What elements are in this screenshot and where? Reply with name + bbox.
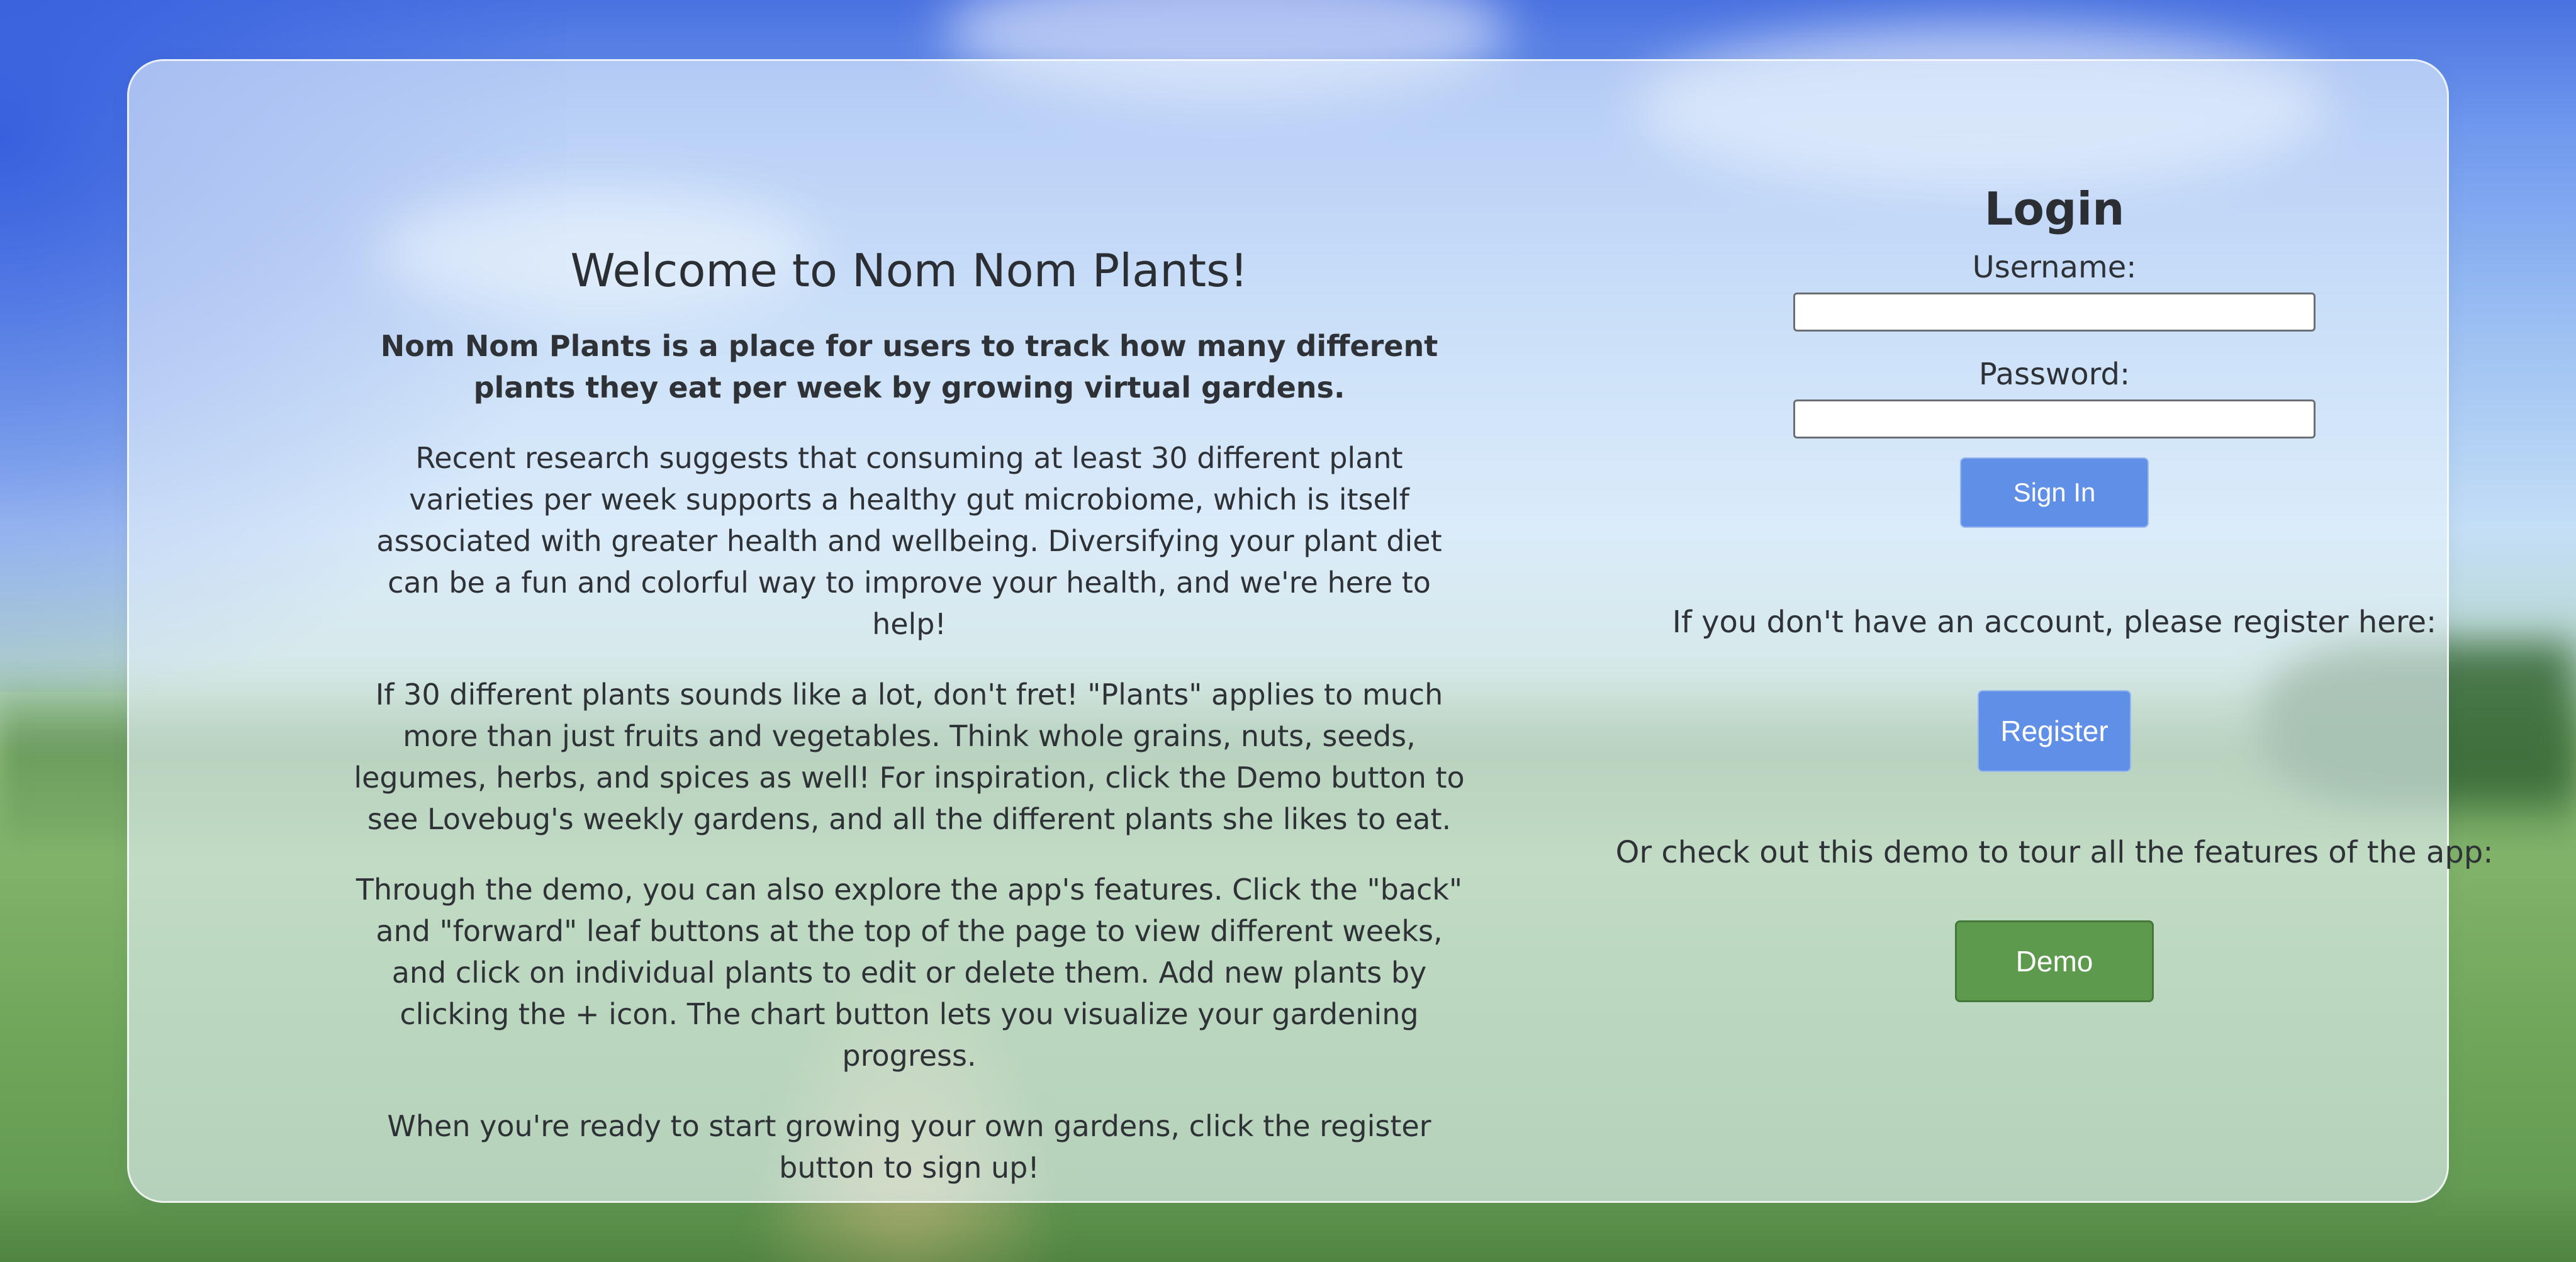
sign-in-button[interactable]: Sign In: [1960, 457, 2149, 528]
intro-paragraph: Nom Nom Plants is a place for users to t…: [380, 329, 1438, 405]
login-title: Login: [1984, 182, 2125, 235]
username-label: Username:: [1972, 250, 2137, 285]
main-card: Welcome to Nom Nom Plants! Nom Nom Plant…: [127, 59, 2493, 1203]
username-input[interactable]: [1793, 293, 2316, 332]
signup-paragraph: When you're ready to start growing your …: [387, 1109, 1431, 1185]
welcome-title: Welcome to Nom Nom Plants!: [570, 244, 1248, 297]
background-scene: Welcome to Nom Nom Plants! Nom Nom Plant…: [0, 0, 2576, 1262]
demo-button[interactable]: Demo: [1955, 920, 2154, 1002]
demo-features-paragraph: Through the demo, you can also explore t…: [356, 873, 1463, 1073]
register-prompt: If you don't have an account, please reg…: [1672, 605, 2437, 640]
plants-paragraph: If 30 different plants sounds like a lot…: [354, 678, 1465, 837]
register-button[interactable]: Register: [1978, 690, 2131, 772]
login-section: Login Username: Password: Sign In If you…: [1608, 174, 2501, 1002]
welcome-section: Welcome to Nom Nom Plants! Nom Nom Plant…: [349, 243, 1469, 1217]
research-paragraph: Recent research suggests that consuming …: [376, 441, 1442, 642]
password-input[interactable]: [1793, 399, 2316, 438]
password-label: Password:: [1978, 357, 2131, 392]
demo-prompt: Or check out this demo to tour all the f…: [1615, 835, 2494, 870]
